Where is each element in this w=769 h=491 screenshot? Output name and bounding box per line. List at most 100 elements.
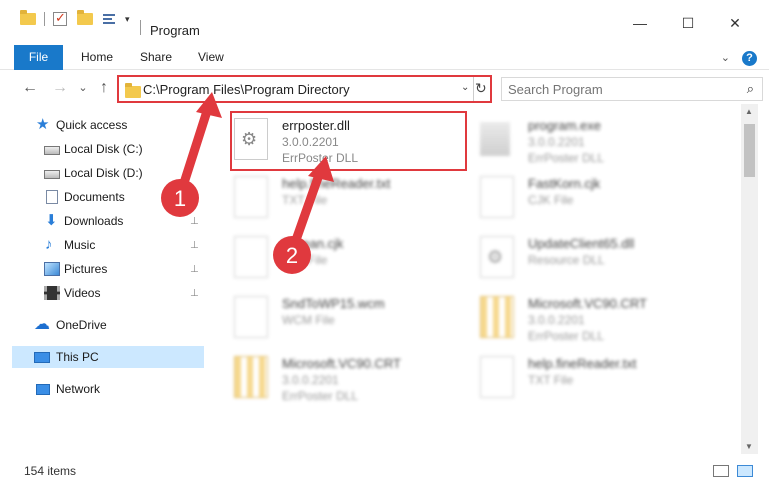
sidebar-item-local-disk-c[interactable]: Local Disk (C:)	[0, 138, 204, 160]
sidebar-item-downloads[interactable]: ⬇ Downloads ⊥	[0, 210, 204, 232]
sidebar-item-local-disk-d[interactable]: Local Disk (D:)	[0, 162, 204, 184]
file-name: UpdateClient65.dll	[528, 236, 635, 251]
sidebar-item-label: Downloads	[64, 214, 124, 228]
sidebar-item-onedrive[interactable]: ☁ OneDrive	[0, 314, 204, 336]
file-item[interactable]: help.fineReader.txt TXT File	[480, 350, 720, 404]
large-icons-view-icon[interactable]	[737, 465, 753, 477]
new-folder-icon[interactable]	[77, 10, 93, 25]
address-dropdown-icon[interactable]: ⌄	[461, 82, 469, 93]
pin-icon[interactable]: ⊥	[190, 216, 199, 227]
file-item[interactable]: UpdateClient65.dll Resource DLL	[480, 230, 720, 284]
file-type: TXT File	[282, 193, 328, 207]
sidebar-item-videos[interactable]: Videos ⊥	[0, 282, 204, 304]
tab-home[interactable]: Home	[81, 45, 113, 70]
file-list: errposter.dll 3.0.0.2201 ErrPoster DLL h…	[210, 104, 740, 454]
sidebar-item-this-pc[interactable]: This PC	[12, 346, 204, 368]
file-item[interactable]: program.exe 3.0.0.2201 ErrPoster DLL	[480, 112, 720, 166]
scroll-down-icon[interactable]: ▼	[745, 442, 753, 451]
sidebar-item-music[interactable]: ♪ Music ⊥	[0, 234, 204, 256]
forward-button[interactable]: →	[50, 79, 70, 97]
file-item[interactable]: SndToWP15.wcm WCM File	[234, 290, 474, 344]
disk-icon	[44, 145, 60, 155]
blank-file-icon	[234, 296, 268, 338]
file-name: help.fineReader.txt	[282, 176, 391, 191]
file-name: Microsoft.VC90.CRT	[282, 356, 401, 371]
divider	[473, 77, 474, 101]
file-item[interactable]: Korean.cjk CJK File	[234, 230, 474, 284]
search-icon[interactable]: ⌕	[747, 81, 754, 97]
tab-file[interactable]: File	[14, 45, 63, 70]
address-bar[interactable]: C:\Program Files\Program Directory ⌄ ↻	[117, 75, 492, 103]
computer-icon	[34, 351, 50, 363]
text-file-icon	[234, 176, 268, 218]
file-name: Korean.cjk	[282, 236, 344, 251]
file-name: help.fineReader.txt	[528, 356, 637, 371]
vertical-scrollbar[interactable]: ▲ ▼	[741, 104, 758, 454]
back-button[interactable]: ←	[20, 79, 40, 97]
file-version: 3.0.0.2201	[528, 135, 585, 149]
blank-file-icon	[234, 236, 268, 278]
help-icon[interactable]: ?	[742, 51, 757, 66]
sidebar-item-label: Pictures	[64, 262, 108, 276]
folder-icon	[125, 83, 141, 98]
sidebar-item-label: Network	[56, 382, 101, 396]
pin-icon[interactable]: ⊥	[190, 288, 199, 299]
zip-icon	[234, 356, 268, 398]
sidebar-item-pictures[interactable]: Pictures ⊥	[0, 258, 204, 280]
sidebar-item-label: Documents	[64, 190, 125, 204]
sidebar-item-label: OneDrive	[56, 318, 107, 332]
file-name: program.exe	[528, 118, 601, 133]
item-count: 154 items	[24, 464, 77, 478]
file-description: ErrPoster DLL	[528, 151, 605, 165]
file-type: WCM File	[282, 313, 335, 327]
sidebar-item-quick-access[interactable]: ★ Quick access	[0, 114, 204, 136]
disk-icon	[44, 169, 60, 179]
expand-ribbon-icon[interactable]: ⌄	[721, 51, 730, 66]
file-type: CJK File	[528, 193, 574, 207]
checkmark-properties-icon[interactable]	[53, 10, 67, 26]
file-version: 3.0.0.2201	[528, 313, 585, 327]
zip-icon	[480, 296, 514, 338]
sidebar-item-network[interactable]: Network	[0, 378, 204, 400]
properties-icon[interactable]	[103, 12, 119, 26]
details-view-icon[interactable]	[713, 465, 729, 477]
address-path[interactable]: C:\Program Files\Program Directory	[143, 82, 350, 97]
up-button[interactable]: ↑	[94, 79, 114, 97]
tab-view[interactable]: View	[198, 45, 224, 70]
search-input[interactable]	[508, 80, 728, 98]
file-item[interactable]: Microsoft.VC90.CRT 3.0.0.2201 ErrPoster …	[480, 290, 720, 344]
file-version: 3.0.0.2201	[282, 373, 339, 387]
recent-locations-icon[interactable]: ⌄	[73, 81, 93, 94]
pin-icon[interactable]: ⊥	[190, 264, 199, 275]
videos-icon	[44, 286, 60, 300]
qat-dropdown-icon[interactable]: ▾	[125, 14, 130, 25]
window-title: Program	[150, 23, 200, 38]
sidebar-item-label: Videos	[64, 286, 101, 300]
file-name: Microsoft.VC90.CRT	[528, 296, 647, 311]
pin-icon[interactable]: ⊥	[190, 240, 199, 251]
file-type: TXT File	[528, 373, 574, 387]
scrollbar-thumb[interactable]	[744, 124, 755, 177]
file-name: SndToWP15.wcm	[282, 296, 385, 311]
file-item[interactable]: help.fineReader.txt TXT File	[234, 170, 474, 224]
refresh-icon[interactable]: ↻	[475, 80, 487, 97]
folder-icon[interactable]	[20, 10, 36, 25]
file-item[interactable]: FastKorn.cjk CJK File	[480, 170, 720, 224]
scroll-up-icon[interactable]: ▲	[745, 107, 753, 116]
sidebar-item-label: Music	[64, 238, 96, 252]
search-box[interactable]: ⌕	[501, 77, 763, 101]
text-file-icon	[480, 356, 514, 398]
title-bar: ▾ Program — ☐ ✕	[0, 0, 769, 38]
file-item[interactable]: Microsoft.VC90.CRT 3.0.0.2201 ErrPoster …	[234, 350, 474, 404]
sidebar-item-documents[interactable]: Documents ⊥	[0, 186, 204, 208]
maximize-button[interactable]: ☐	[676, 15, 700, 32]
file-type: CJK File	[282, 253, 328, 267]
pin-icon[interactable]: ⊥	[190, 192, 199, 203]
minimize-button[interactable]: —	[628, 15, 652, 31]
divider	[44, 12, 45, 26]
sidebar-item-label: Quick access	[56, 118, 128, 132]
music-icon: ♪	[45, 236, 53, 253]
tab-share[interactable]: Share	[140, 45, 172, 70]
close-button[interactable]: ✕	[723, 15, 747, 32]
sidebar-item-label: Local Disk (D:)	[64, 166, 143, 180]
